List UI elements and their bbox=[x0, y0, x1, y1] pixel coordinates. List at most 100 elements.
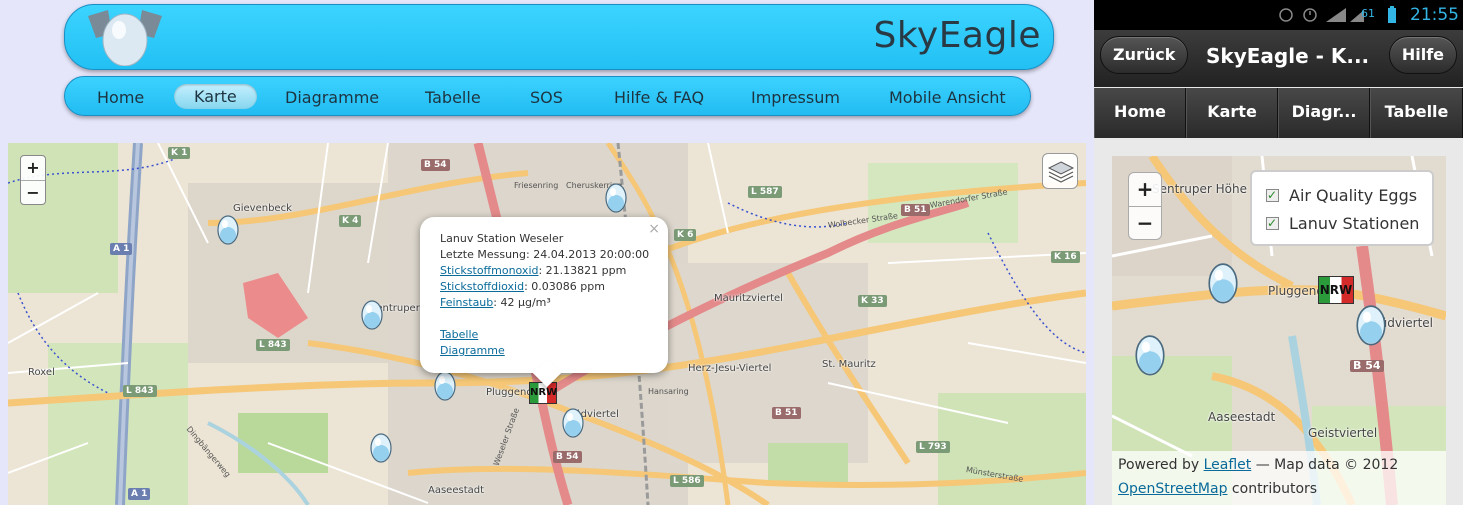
mobile-zoom-control: + − bbox=[1128, 172, 1162, 240]
nav-mobile-ansicht[interactable]: Mobile Ansicht bbox=[889, 88, 1006, 107]
mobile-header: Zurück SkyEagle - K... Hilfe bbox=[1094, 30, 1463, 87]
zoom-out-button[interactable]: − bbox=[21, 180, 45, 204]
popup-tabelle-link[interactable]: Tabelle bbox=[440, 328, 478, 341]
road-shield: B 51 bbox=[901, 204, 930, 216]
mobile-tab-home[interactable]: Home bbox=[1094, 88, 1186, 138]
lanuv-station-marker[interactable]: NRW bbox=[1318, 276, 1354, 304]
main-nav: Home Karte Diagramme Tabelle SOS Hilfe &… bbox=[64, 76, 1031, 116]
map-attribution: Powered by Leaflet — Map data © 2012 Ope… bbox=[1112, 451, 1446, 505]
road-shield: K 6 bbox=[674, 229, 697, 241]
nav-home[interactable]: Home bbox=[97, 88, 144, 107]
link-stickstoffdioxid[interactable]: Stickstoffdioxid bbox=[440, 280, 524, 293]
site-title: SkyEagle bbox=[873, 15, 1041, 56]
back-button[interactable]: Zurück bbox=[1100, 36, 1189, 74]
mobile-tab-karte[interactable]: Karte bbox=[1186, 88, 1278, 138]
place-label: Aaseestadt bbox=[1208, 410, 1276, 424]
nav-impressum[interactable]: Impressum bbox=[751, 88, 840, 107]
popup-row-no2: Stickstoffdioxid: 0.03086 ppm bbox=[440, 279, 654, 295]
road-shield: K 1 bbox=[168, 147, 191, 159]
air-quality-egg-marker[interactable] bbox=[1207, 260, 1239, 304]
value-stickstoffmonoxid: : 21.13821 ppm bbox=[538, 264, 627, 277]
nav-karte[interactable]: Karte bbox=[174, 84, 257, 109]
layer-control: Air Quality Eggs Lanuv Stationen bbox=[1250, 170, 1434, 246]
skyeagle-logo bbox=[88, 10, 162, 66]
mobile-map-view[interactable]: Sentruper Höhe Pluggendorf Südviertel Aa… bbox=[1112, 156, 1446, 505]
place-label: Sentruper Höhe bbox=[1152, 182, 1247, 196]
station-badge-label: NRW bbox=[1319, 283, 1353, 297]
header-bar: SkyEagle bbox=[64, 4, 1054, 70]
layer-eggs-label: Air Quality Eggs bbox=[1289, 186, 1418, 205]
road-shield: B 54 bbox=[421, 159, 450, 171]
nav-tabelle[interactable]: Tabelle bbox=[425, 88, 481, 107]
layer-lanuv-label: Lanuv Stationen bbox=[1289, 214, 1420, 233]
popup-last-measurement: Letzte Messung: 24.04.2013 20:00:00 bbox=[440, 248, 650, 261]
popup-row-pm: Feinstaub: 42 µg/m³ bbox=[440, 295, 654, 311]
air-quality-egg-marker[interactable] bbox=[434, 369, 456, 401]
mobile-zoom-out-button[interactable]: − bbox=[1129, 206, 1161, 239]
road-shield: L 843 bbox=[123, 385, 157, 397]
checkbox-icon[interactable] bbox=[1266, 209, 1279, 237]
air-quality-egg-marker[interactable] bbox=[1355, 302, 1387, 346]
mobile-tab-tabelle[interactable]: Tabelle bbox=[1370, 88, 1463, 138]
street-label: Hansaring bbox=[648, 387, 689, 396]
place-label: Aaseestadt bbox=[428, 485, 485, 496]
place-label: St. Mauritz bbox=[822, 359, 876, 370]
layer-eggs-row[interactable]: Air Quality Eggs bbox=[1266, 181, 1418, 210]
layer-lanuv-row[interactable]: Lanuv Stationen bbox=[1266, 209, 1420, 238]
zoom-control: + − bbox=[20, 155, 46, 205]
layers-button[interactable] bbox=[1042, 153, 1078, 189]
place-label: Mauritzviertel bbox=[714, 293, 783, 304]
road-shield: L 586 bbox=[670, 475, 704, 487]
help-button[interactable]: Hilfe bbox=[1388, 36, 1457, 74]
mobile-title: SkyEagle - K... bbox=[1206, 44, 1370, 68]
air-quality-egg-marker[interactable] bbox=[217, 213, 239, 245]
place-label: Geistviertel bbox=[1308, 426, 1378, 440]
map-view[interactable]: K 1 B 54 L 587 K 4 K 6 B 51 A 1 K 16 K 3… bbox=[8, 143, 1086, 505]
air-quality-egg-marker[interactable] bbox=[562, 406, 584, 438]
value-feinstaub: : 42 µg/m³ bbox=[493, 296, 551, 309]
road-shield: L 587 bbox=[748, 186, 782, 198]
air-quality-egg-marker[interactable] bbox=[361, 298, 383, 330]
lanuv-station-marker[interactable]: NRW bbox=[529, 382, 557, 404]
clock: 21:55 bbox=[1410, 5, 1459, 25]
road-shield: A 1 bbox=[110, 243, 133, 255]
link-stickstoffmonoxid[interactable]: Stickstoffmonoxid bbox=[440, 264, 538, 277]
station-badge-label: NRW bbox=[530, 387, 558, 398]
openstreetmap-link[interactable]: OpenStreetMap bbox=[1118, 481, 1227, 497]
road-shield: K 4 bbox=[339, 215, 362, 227]
link-feinstaub[interactable]: Feinstaub bbox=[440, 296, 493, 309]
attrib-mid: — Map data © 2012 bbox=[1251, 457, 1399, 473]
air-quality-egg-marker[interactable] bbox=[1134, 332, 1166, 376]
nav-sos[interactable]: SOS bbox=[530, 88, 563, 107]
nav-hilfe-faq[interactable]: Hilfe & FAQ bbox=[614, 88, 704, 107]
mobile-nav: Home Karte Diagr... Tabelle bbox=[1094, 88, 1463, 138]
road-shield: B 54 bbox=[553, 451, 582, 463]
road-shield: B 54 bbox=[1350, 360, 1384, 372]
road-shield: L 793 bbox=[916, 441, 950, 453]
road-shield: A 1 bbox=[128, 488, 151, 500]
mobile-view: 61 21:55 Zurück SkyEagle - K... Hilfe Ho… bbox=[1094, 0, 1463, 505]
status-bar: 61 21:55 bbox=[1094, 0, 1463, 30]
battery-level: 61 bbox=[1361, 7, 1375, 20]
mobile-zoom-in-button[interactable]: + bbox=[1129, 173, 1161, 206]
battery-icon bbox=[1388, 6, 1396, 23]
popup-diagramme-link[interactable]: Diagramme bbox=[440, 344, 505, 357]
layers-icon bbox=[1047, 161, 1075, 183]
road-shield: B 51 bbox=[772, 407, 801, 419]
popup-station-name: Lanuv Station Weseler bbox=[440, 232, 564, 245]
air-quality-egg-marker[interactable] bbox=[370, 431, 392, 463]
popup-close-button[interactable]: × bbox=[648, 221, 660, 237]
mobile-tab-diagramme[interactable]: Diagr... bbox=[1278, 88, 1370, 138]
leaflet-link[interactable]: Leaflet bbox=[1204, 457, 1252, 473]
checkbox-icon[interactable] bbox=[1266, 181, 1279, 209]
air-quality-egg-marker[interactable] bbox=[605, 181, 627, 213]
popup-row-no: Stickstoffmonoxid: 21.13821 ppm bbox=[440, 263, 654, 279]
zoom-in-button[interactable]: + bbox=[21, 156, 45, 180]
place-label: Roxel bbox=[28, 367, 55, 378]
value-stickstoffdioxid: : 0.03086 ppm bbox=[524, 280, 605, 293]
road-shield: L 843 bbox=[256, 339, 290, 351]
nav-diagramme[interactable]: Diagramme bbox=[285, 88, 379, 107]
street-label: Friesenring bbox=[514, 181, 559, 190]
place-label: Gievenbeck bbox=[233, 203, 292, 214]
attrib-suffix: contributors bbox=[1227, 481, 1318, 497]
